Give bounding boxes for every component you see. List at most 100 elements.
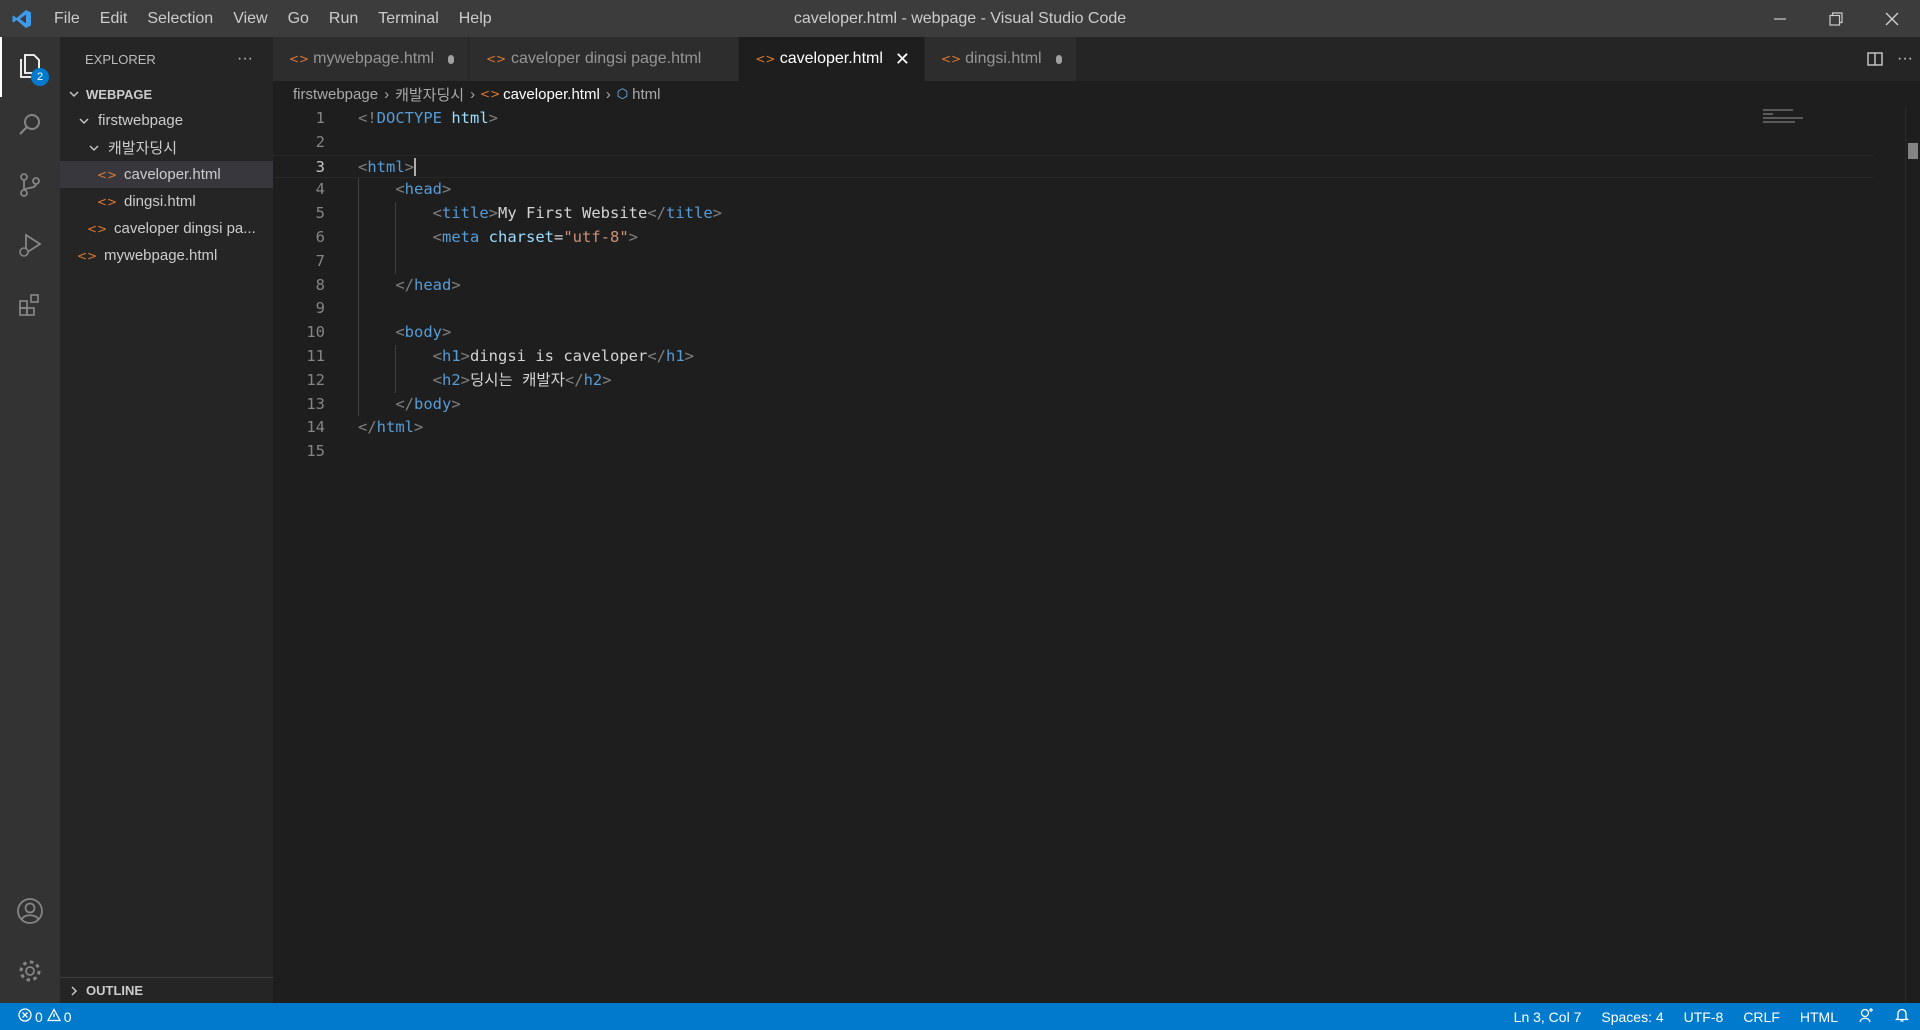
code-text: <!DOCTYPE html> <box>358 109 499 127</box>
tree-file-caveloper[interactable]: <> caveloper.html <box>60 161 273 188</box>
search-icon <box>16 111 44 144</box>
tree-item-label: caveloper dingsi pa... <box>114 220 256 237</box>
explorer-more-button[interactable]: ··· <box>237 50 253 68</box>
menu-file[interactable]: File <box>44 0 90 37</box>
tree-folder-korean[interactable]: 캐발자딩시 <box>60 134 273 161</box>
code-line[interactable]: 5 <title>My First Website</title> <box>273 202 1873 226</box>
tab-label: caveloper.html <box>779 50 883 67</box>
tree-file-caveloper-dingsi-page[interactable]: <> caveloper dingsi pa... <box>60 215 273 242</box>
line-number: 7 <box>315 251 325 270</box>
chevron-down-icon <box>86 142 102 154</box>
end-of-line[interactable]: CRLF <box>1733 1009 1790 1025</box>
code-editor[interactable]: 1 <!DOCTYPE html> 2 3 <html> 4 <head> 5 <title… <box>273 107 1873 1003</box>
chevron-right-icon: › <box>384 85 390 103</box>
editor-scrollbar[interactable] <box>1905 107 1920 1003</box>
html-file-icon: <> <box>86 221 108 236</box>
accounts-activity[interactable] <box>0 883 60 943</box>
status-bar: 0 0 Ln 3, Col 7 Spaces: 4 UTF-8 CRLF HTM… <box>0 1003 1920 1030</box>
chevron-right-icon <box>66 985 82 997</box>
language-mode[interactable]: HTML <box>1790 1009 1848 1025</box>
activity-bar: 2 <box>0 37 60 1003</box>
encoding[interactable]: UTF-8 <box>1674 1009 1734 1025</box>
line-number: 1 <box>315 109 325 127</box>
code-line[interactable]: 4 <head> <box>273 178 1873 203</box>
editor-tabs: <> mywebpage.html <> caveloper dingsi pa… <box>273 37 1920 81</box>
breadcrumb-item[interactable]: 캐발자딩시 <box>395 84 464 105</box>
menu-go[interactable]: Go <box>278 0 319 37</box>
extensions-activity[interactable] <box>0 277 60 337</box>
close-window-button[interactable] <box>1864 0 1920 37</box>
menu-selection[interactable]: Selection <box>137 0 223 37</box>
tab-dingsi[interactable]: <> dingsi.html <box>925 37 1077 81</box>
feedback-icon[interactable] <box>1848 1007 1884 1026</box>
code-line[interactable]: 12 <h2>딩시는 캐발자</h2> <box>273 368 1873 393</box>
menu-terminal[interactable]: Terminal <box>368 0 448 37</box>
tree-file-dingsi[interactable]: <> dingsi.html <box>60 188 273 215</box>
unsaved-dot-icon[interactable] <box>1055 54 1062 64</box>
menu-run[interactable]: Run <box>319 0 368 37</box>
tab-caveloper[interactable]: <> caveloper.html ✕ <box>739 37 925 81</box>
minimap[interactable] <box>1763 107 1873 137</box>
source-control-activity[interactable] <box>0 157 60 217</box>
code-line[interactable]: 14 </html> <box>273 416 1873 440</box>
code-line[interactable]: 13 </body> <box>273 392 1873 417</box>
window-controls <box>1752 0 1920 37</box>
line-number: 4 <box>315 180 325 199</box>
breadcrumb-item[interactable]: html <box>632 86 660 103</box>
problems-indicator[interactable]: 0 0 <box>0 1008 72 1025</box>
code-text: <h1>dingsi is caveloper</h1> <box>432 346 695 365</box>
split-editor-icon[interactable] <box>1860 50 1890 68</box>
run-debug-icon <box>16 231 44 264</box>
code-line[interactable]: 6 <meta charset="utf-8"> <box>273 225 1873 250</box>
code-line[interactable]: 15 <box>273 440 1873 464</box>
workspace-section[interactable]: WEBPAGE <box>60 81 273 107</box>
line-number: 9 <box>315 299 325 318</box>
tab-mywebpage[interactable]: <> mywebpage.html <box>273 37 469 81</box>
code-text: <html> <box>358 157 417 177</box>
manage-activity[interactable] <box>0 943 60 1003</box>
code-line[interactable]: 7 <box>273 249 1873 274</box>
indentation[interactable]: Spaces: 4 <box>1591 1009 1673 1025</box>
minimize-button[interactable] <box>1752 0 1808 37</box>
restore-button[interactable] <box>1808 0 1864 37</box>
vscode-logo-icon <box>0 0 44 37</box>
explorer-activity[interactable]: 2 <box>0 37 60 97</box>
code-line[interactable]: 11 <h1>dingsi is caveloper</h1> <box>273 344 1873 369</box>
notifications-icon[interactable] <box>1884 1007 1920 1026</box>
close-icon[interactable]: ✕ <box>895 49 910 70</box>
html-file-icon: <> <box>755 52 776 66</box>
search-activity[interactable] <box>0 97 60 157</box>
unsaved-dot-icon[interactable] <box>448 54 454 64</box>
line-number: 3 <box>315 157 325 176</box>
outline-section[interactable]: OUTLINE <box>60 977 273 1003</box>
code-line[interactable]: 1 <!DOCTYPE html> <box>273 107 1873 131</box>
code-text: <title>My First Website</title> <box>432 204 723 223</box>
run-debug-activity[interactable] <box>0 217 60 277</box>
menu-bar: File Edit Selection View Go Run Terminal… <box>44 0 502 37</box>
breadcrumb-item[interactable]: firstwebpage <box>293 86 378 103</box>
code-line[interactable]: 10 <body> <box>273 321 1873 345</box>
breadcrumb: firstwebpage › 캐발자딩시 › <> caveloper.html… <box>273 81 1873 107</box>
line-number: 8 <box>315 275 325 294</box>
code-line[interactable]: 9 <box>273 297 1873 322</box>
extensions-icon <box>16 291 44 324</box>
tree-folder-firstwebpage[interactable]: firstwebpage <box>60 107 273 134</box>
tab-caveloper-dingsi-page[interactable]: <> caveloper dingsi page.html <box>469 37 739 81</box>
menu-help[interactable]: Help <box>449 0 502 37</box>
code-line[interactable]: 8 </head> <box>273 273 1873 298</box>
html-file-icon: <> <box>941 52 962 66</box>
breadcrumb-item[interactable]: caveloper.html <box>503 86 600 103</box>
symbol-icon: ⬡ <box>616 86 629 102</box>
tree-item-label: caveloper.html <box>124 166 221 183</box>
more-actions-icon[interactable]: ··· <box>1890 50 1920 68</box>
editor-actions: ··· <box>1860 37 1920 81</box>
cursor-position[interactable]: Ln 3, Col 7 <box>1504 1009 1592 1025</box>
code-line[interactable]: 3 <html> <box>273 154 1873 179</box>
tree-file-mywebpage[interactable]: <> mywebpage.html <box>60 242 273 269</box>
menu-edit[interactable]: Edit <box>90 0 138 37</box>
code-line[interactable]: 2 <box>273 131 1873 155</box>
line-number: 13 <box>306 394 325 413</box>
line-number: 15 <box>306 442 325 461</box>
html-file-icon: <> <box>480 87 501 101</box>
menu-view[interactable]: View <box>223 0 277 37</box>
